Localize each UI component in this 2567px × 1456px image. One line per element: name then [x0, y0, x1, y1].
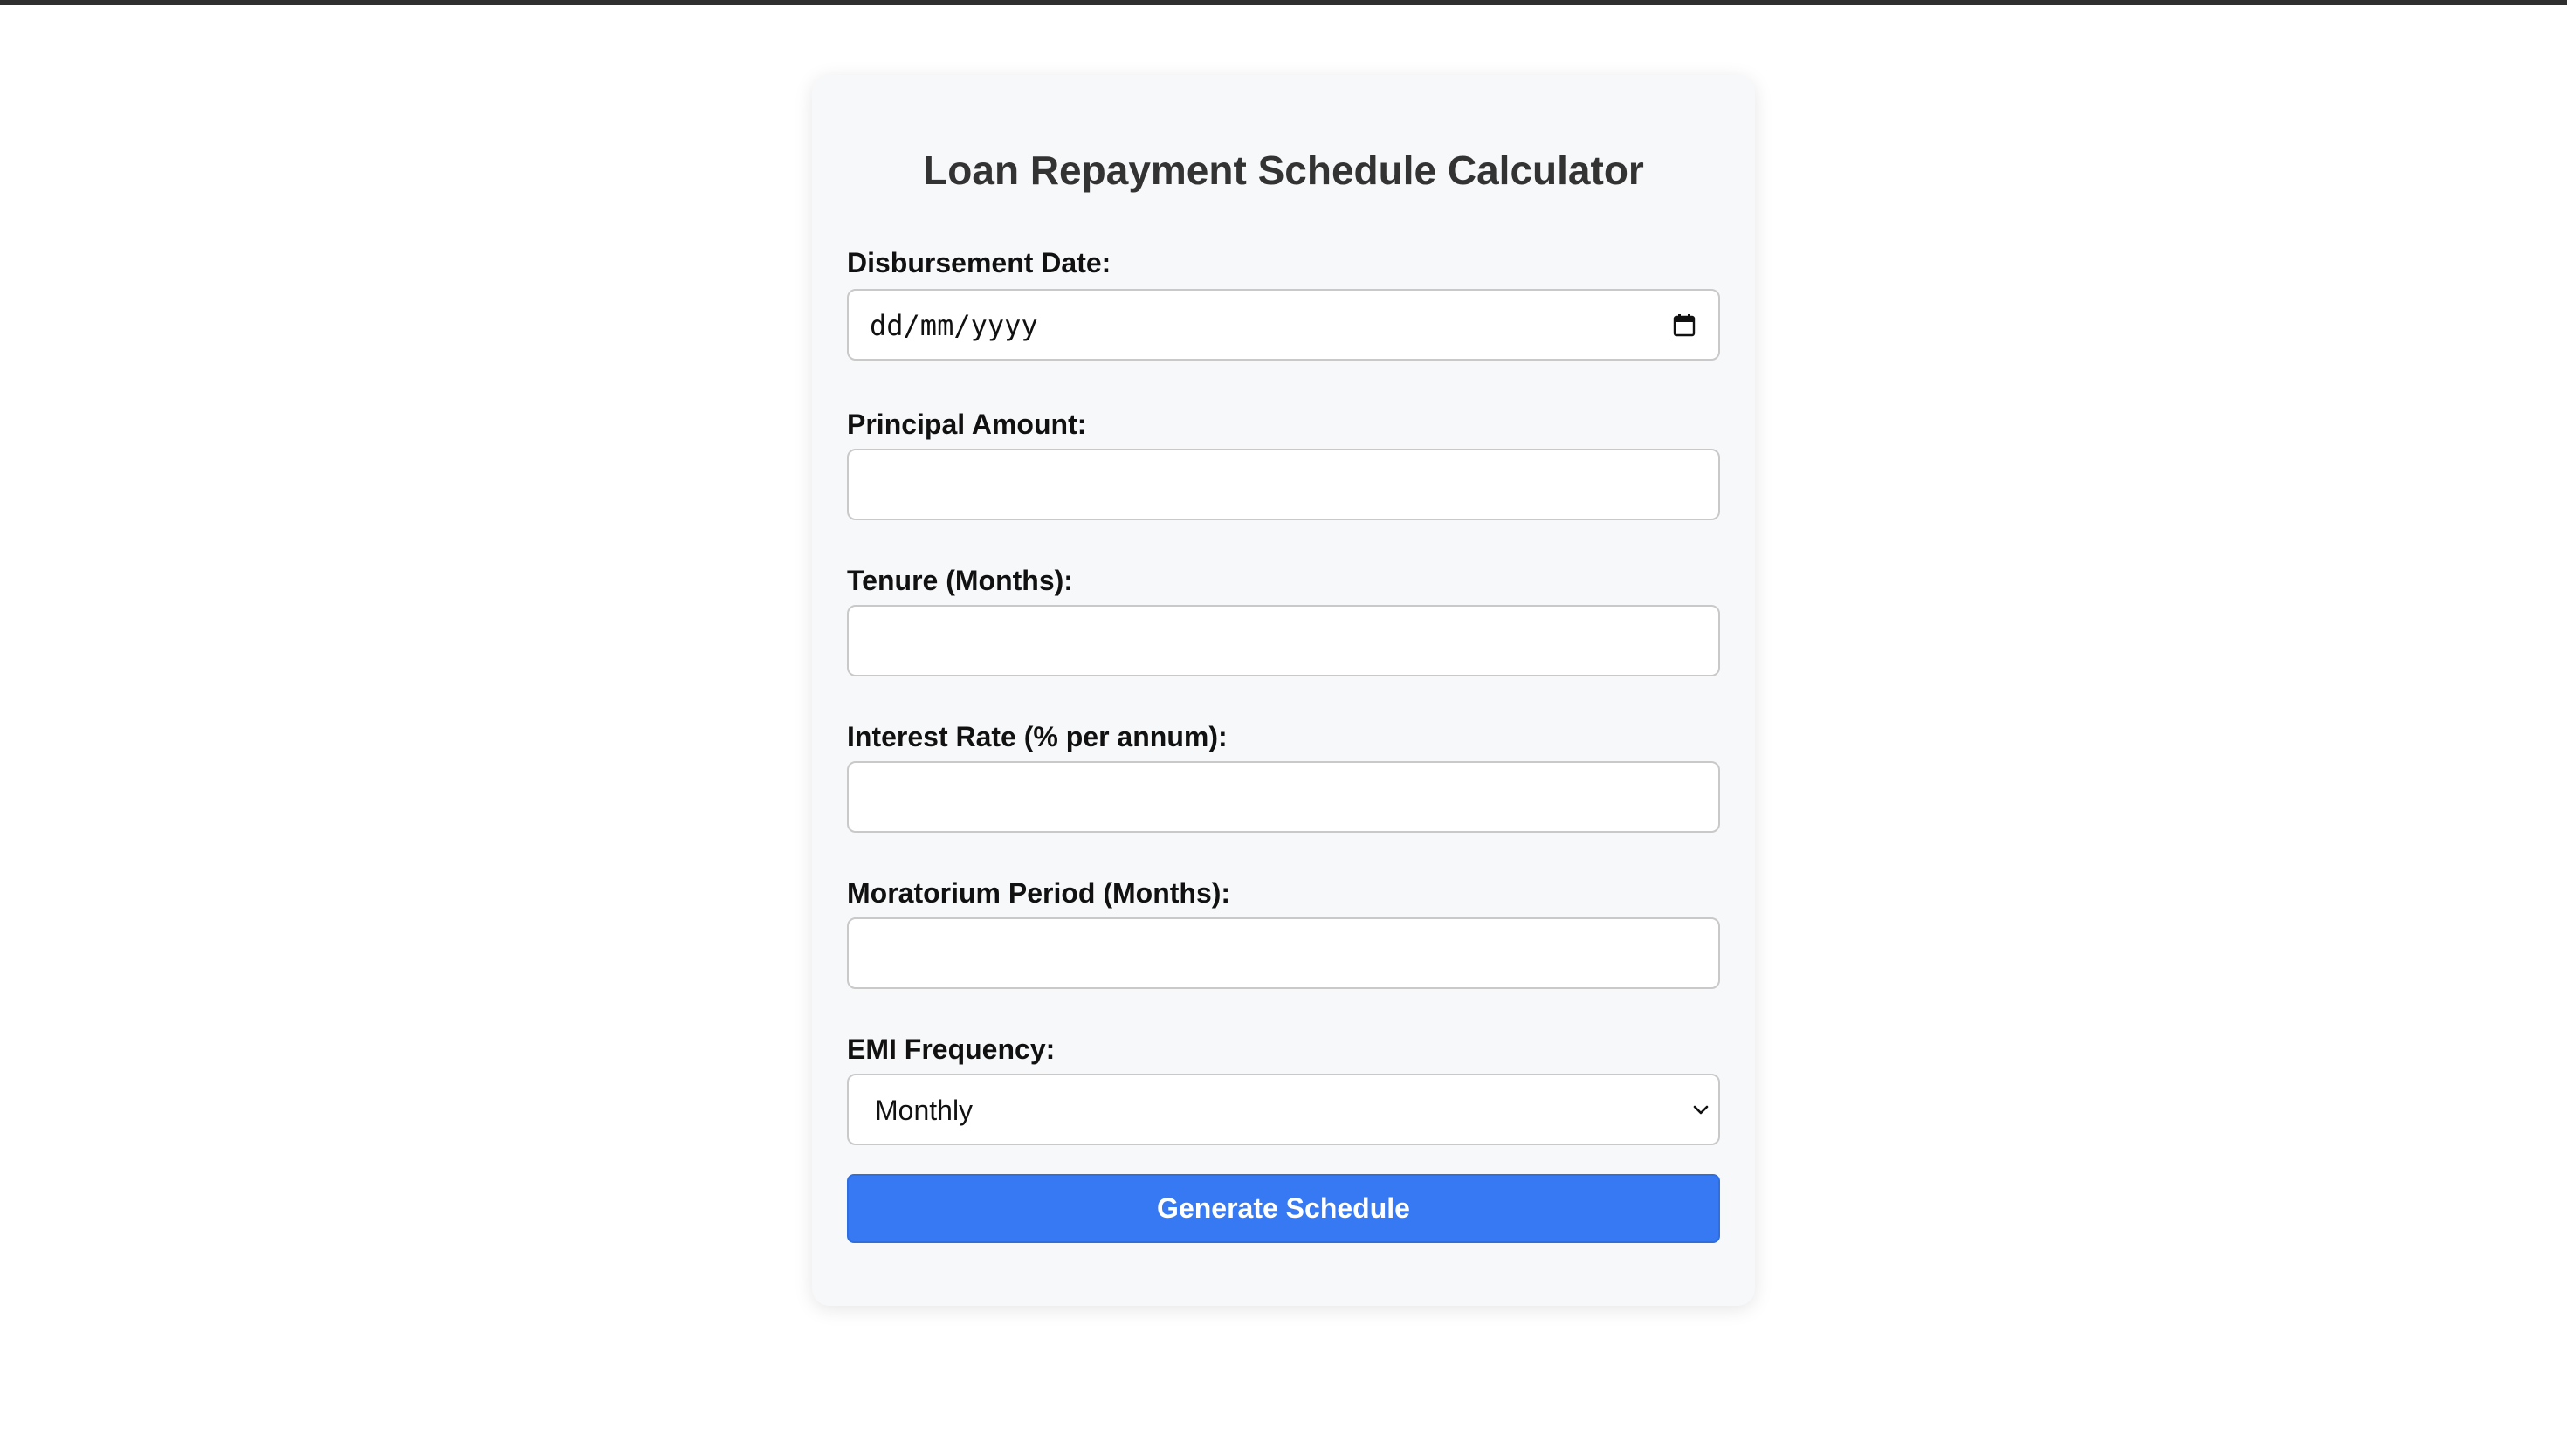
disbursement-date-label: Disbursement Date:	[847, 247, 1111, 278]
disbursement-date-placeholder: dd/mm/yyyy	[870, 309, 1038, 342]
emi-frequency-label: EMI Frequency:	[847, 1034, 1056, 1065]
moratorium-period-input[interactable]	[847, 917, 1720, 989]
emi-frequency-select[interactable]: Monthly	[847, 1074, 1720, 1145]
generate-schedule-button[interactable]: Generate Schedule	[847, 1174, 1720, 1243]
principal-amount-label: Principal Amount:	[847, 409, 1087, 440]
window-top-border	[0, 0, 2567, 5]
tenure-months-label: Tenure (Months):	[847, 565, 1073, 596]
interest-rate-input[interactable]	[847, 761, 1720, 833]
page-title: Loan Repayment Schedule Calculator	[923, 148, 1644, 193]
calendar-icon[interactable]	[1673, 314, 1696, 337]
disbursement-date-input[interactable]: dd/mm/yyyy	[847, 289, 1720, 361]
interest-rate-label: Interest Rate (% per annum):	[847, 721, 1228, 752]
tenure-months-input[interactable]	[847, 605, 1720, 676]
emi-frequency-selected-value: Monthly	[875, 1095, 974, 1126]
chevron-down-icon	[1693, 1105, 1709, 1115]
principal-amount-input[interactable]	[847, 449, 1720, 520]
moratorium-period-label: Moratorium Period (Months):	[847, 877, 1231, 909]
